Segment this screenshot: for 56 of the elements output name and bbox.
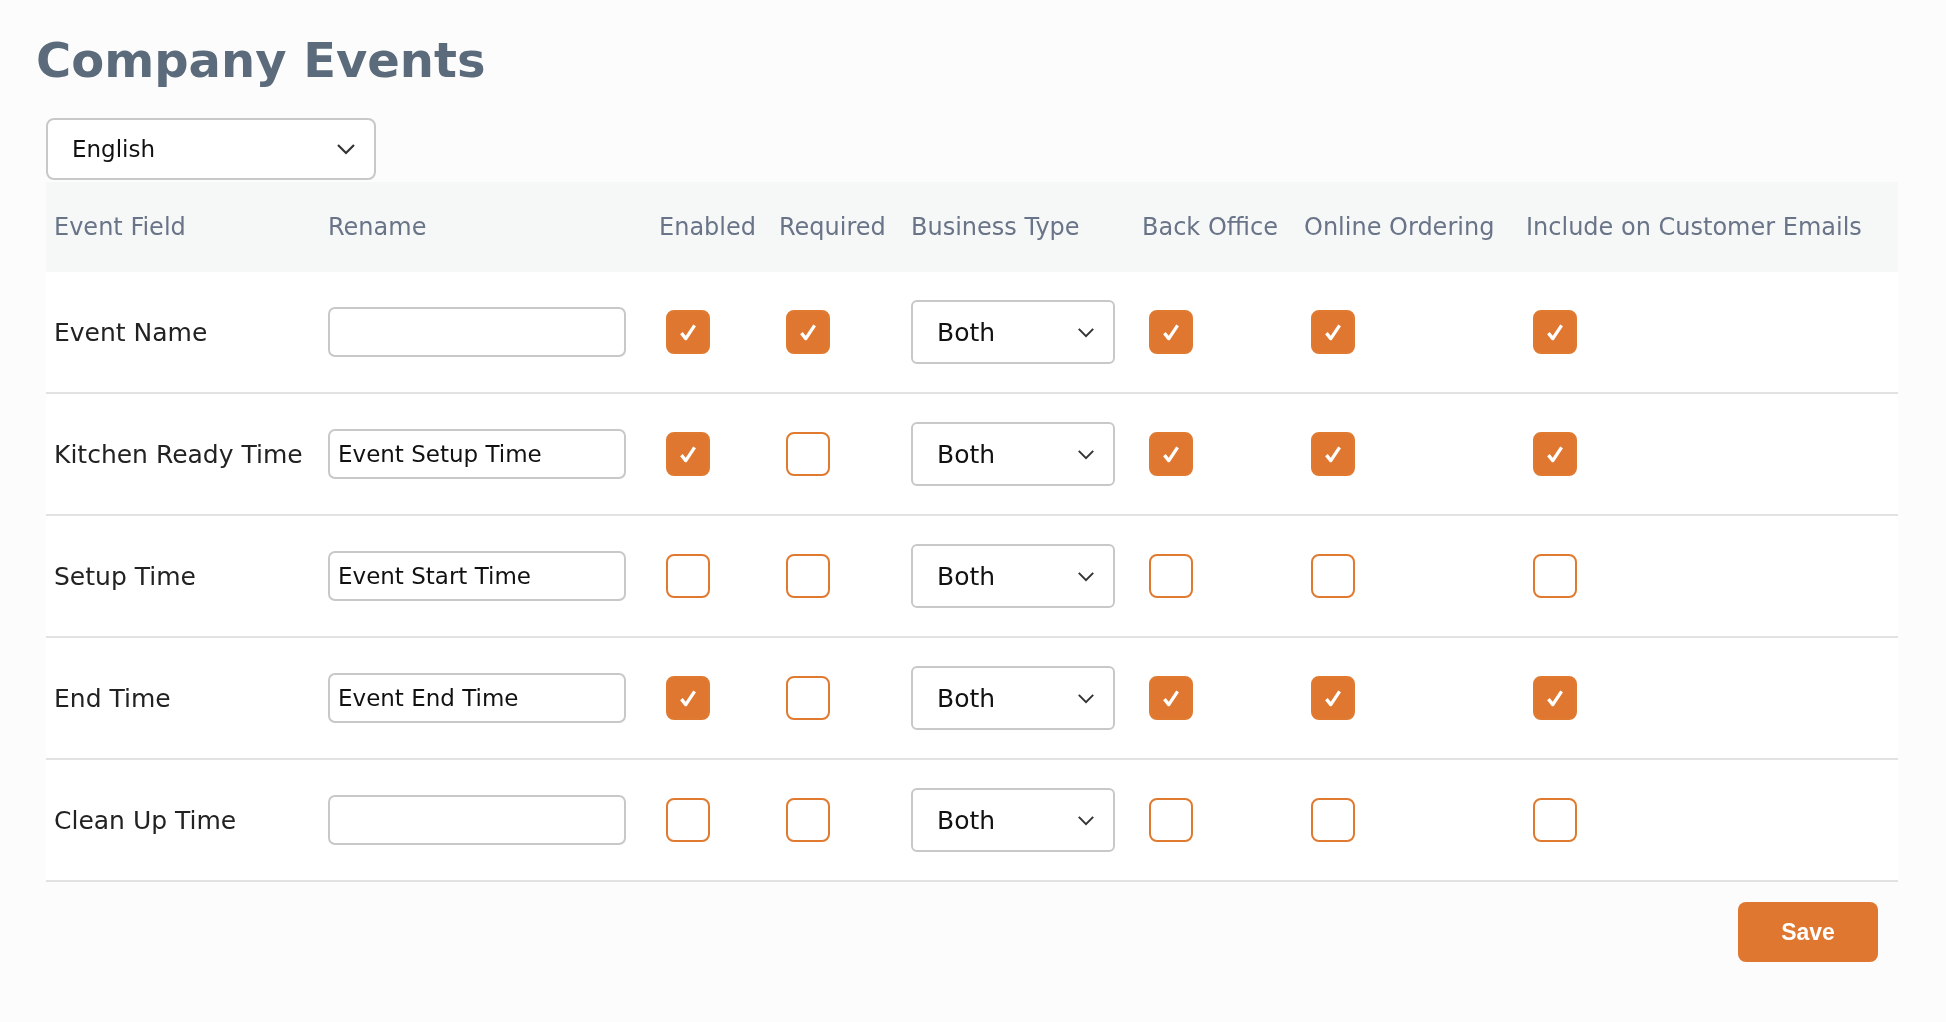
checkbox[interactable] xyxy=(666,798,710,842)
checkbox[interactable] xyxy=(1533,310,1577,354)
rename-field[interactable]: Event Setup Time xyxy=(328,429,626,479)
column-header: Include on Customer Emails xyxy=(1526,213,1863,241)
checkbox[interactable] xyxy=(1311,798,1355,842)
rename-field[interactable] xyxy=(328,795,626,845)
checkbox[interactable] xyxy=(1311,554,1355,598)
checkbox[interactable] xyxy=(1149,310,1193,354)
checkbox[interactable] xyxy=(666,432,710,476)
checkbox[interactable] xyxy=(1311,310,1355,354)
checkbox[interactable] xyxy=(1149,554,1193,598)
event-field-name: Event Name xyxy=(54,317,209,347)
rename-field[interactable]: Event Start Time xyxy=(328,551,626,601)
event-field-name: Setup Time xyxy=(54,561,197,591)
event-field-name: Clean Up Time xyxy=(54,805,238,835)
checkbox[interactable] xyxy=(786,432,830,476)
business-type-select[interactable]: Both xyxy=(911,666,1115,730)
chevron-down-icon xyxy=(1077,814,1095,826)
checkbox[interactable] xyxy=(1533,798,1577,842)
checkbox[interactable] xyxy=(786,554,830,598)
business-type-select[interactable]: Both xyxy=(911,788,1115,852)
column-header: Enabled xyxy=(659,213,757,241)
checkbox[interactable] xyxy=(1149,432,1193,476)
business-type-select[interactable]: Both xyxy=(911,544,1115,608)
checkbox[interactable] xyxy=(786,676,830,720)
checkbox[interactable] xyxy=(1149,676,1193,720)
checkbox[interactable] xyxy=(1533,432,1577,476)
checkbox[interactable] xyxy=(786,798,830,842)
language-select[interactable]: English xyxy=(46,118,376,180)
rename-field[interactable] xyxy=(328,307,626,357)
event-field-name: End Time xyxy=(54,683,172,713)
checkbox[interactable] xyxy=(1311,432,1355,476)
business-type-select[interactable]: Both xyxy=(911,422,1115,486)
column-header: Back Office xyxy=(1142,213,1279,241)
chevron-down-icon xyxy=(1077,448,1095,460)
checkbox[interactable] xyxy=(666,310,710,354)
column-header: Rename xyxy=(328,213,428,241)
column-header: Event Field xyxy=(54,213,187,241)
checkbox[interactable] xyxy=(1149,798,1193,842)
column-header: Online Ordering xyxy=(1304,213,1496,241)
chevron-down-icon xyxy=(336,143,356,155)
rename-field[interactable]: Event End Time xyxy=(328,673,626,723)
chevron-down-icon xyxy=(1077,570,1095,582)
checkbox[interactable] xyxy=(666,676,710,720)
checkbox[interactable] xyxy=(1311,676,1355,720)
chevron-down-icon xyxy=(1077,326,1095,338)
column-header: Business Type xyxy=(911,213,1081,241)
event-field-name: Kitchen Ready Time xyxy=(54,439,304,469)
checkbox[interactable] xyxy=(1533,554,1577,598)
business-type-select[interactable]: Both xyxy=(911,300,1115,364)
checkbox[interactable] xyxy=(786,310,830,354)
chevron-down-icon xyxy=(1077,692,1095,704)
checkbox[interactable] xyxy=(1533,676,1577,720)
page-title: Company Events xyxy=(36,31,487,90)
column-header: Required xyxy=(779,213,887,241)
checkbox[interactable] xyxy=(666,554,710,598)
